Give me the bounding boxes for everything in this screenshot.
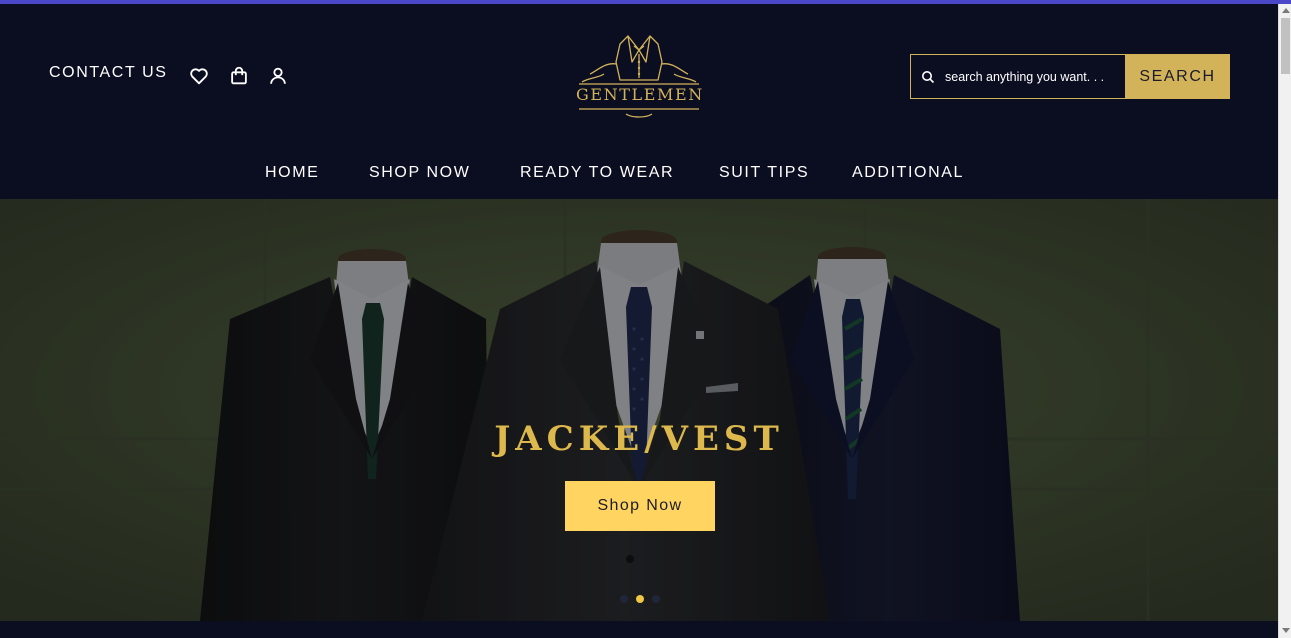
next-section-edge	[0, 621, 1278, 638]
carousel-dot-3[interactable]	[652, 595, 660, 603]
page-scrollbar[interactable]	[1278, 4, 1291, 638]
search-form: SEARCH	[910, 54, 1230, 99]
search-button[interactable]: SEARCH	[1125, 54, 1230, 99]
scroll-up-icon[interactable]	[1282, 8, 1290, 13]
carousel-dot-2[interactable]	[636, 595, 644, 603]
nav-item-additional[interactable]: ADDITIONAL	[852, 164, 964, 182]
hero-banner	[0, 199, 1278, 621]
search-input[interactable]	[945, 55, 1120, 98]
contact-us-link[interactable]: CONTACT US	[49, 64, 168, 82]
scroll-thumb[interactable]	[1281, 18, 1290, 74]
site-header: CONTACT US GENTLEMEN search anything you…	[0, 4, 1278, 199]
hero-suits-image	[0, 199, 1278, 621]
heart-icon[interactable]	[188, 65, 210, 87]
logo-wordmark: GENTLEMEN	[576, 85, 704, 104]
carousel-dot-1[interactable]	[620, 595, 628, 603]
site-logo[interactable]: GENTLEMEN	[576, 32, 702, 118]
carousel-dots	[618, 594, 666, 604]
nav-item-suit-tips[interactable]: SUIT TIPS	[719, 164, 809, 182]
suit-logo-icon	[579, 35, 699, 118]
user-icon[interactable]	[267, 65, 289, 87]
nav-item-home[interactable]: HOME	[265, 164, 319, 182]
nav-item-ready-to-wear[interactable]: READY TO WEAR	[520, 164, 674, 182]
shopping-bag-icon[interactable]	[228, 65, 250, 87]
scroll-down-icon[interactable]	[1282, 628, 1290, 633]
nav-item-shop-now[interactable]: SHOP NOW	[369, 164, 470, 182]
shop-now-button[interactable]: Shop Now	[565, 481, 715, 531]
hero-title: JACKE/VEST	[494, 419, 784, 459]
main-nav: HOME SHOP NOW READY TO WEAR SUIT TIPS AD…	[0, 164, 1278, 186]
search-field[interactable]	[910, 54, 1126, 99]
search-icon	[921, 70, 935, 84]
